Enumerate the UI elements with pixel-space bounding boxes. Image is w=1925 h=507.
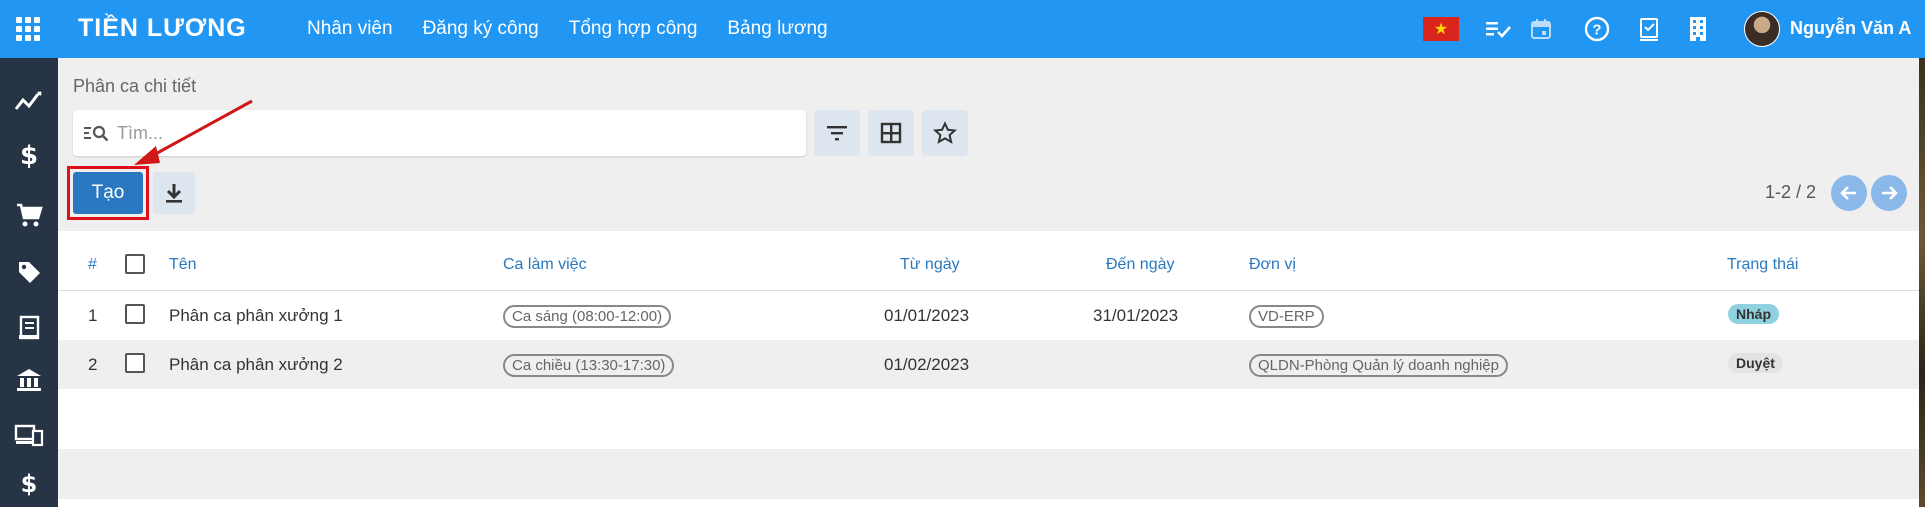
- pager-counter[interactable]: 1-2 / 2: [1765, 182, 1816, 203]
- help-icon[interactable]: ?: [1583, 15, 1611, 43]
- search-box: [73, 110, 806, 156]
- menu-item-nhan-vien[interactable]: Nhân viên: [292, 18, 408, 40]
- user-avatar[interactable]: [1744, 11, 1780, 47]
- breadcrumb: Phân ca chi tiết: [73, 76, 197, 96]
- download-button[interactable]: [153, 172, 195, 214]
- row-checkbox[interactable]: [125, 304, 145, 324]
- table-row[interactable]: 2 Phân ca phân xưởng 2 Ca chiều (13:30-1…: [58, 340, 1919, 389]
- calendar-icon[interactable]: [1527, 15, 1555, 43]
- status-badge: Nháp: [1728, 304, 1779, 324]
- pager-next-button[interactable]: [1871, 175, 1907, 211]
- row-number: 1: [88, 306, 98, 325]
- app-title: TIỀN LƯƠNG: [78, 14, 247, 42]
- vietnam-flag-icon[interactable]: ★: [1423, 17, 1459, 41]
- column-header-name[interactable]: Tên: [169, 256, 197, 274]
- status-badge: Duyệt: [1728, 353, 1783, 373]
- grid-icon: [880, 122, 902, 144]
- menu-item-dang-ky-cong[interactable]: Đăng ký công: [408, 18, 554, 40]
- main-menu: Nhân viên Đăng ký công Tổng hợp công Bản…: [292, 0, 843, 58]
- row-name: Phân ca phân xưởng 2: [169, 355, 343, 374]
- chart-line-icon[interactable]: [13, 85, 45, 117]
- row-to-date: 31/01/2023: [1093, 306, 1179, 325]
- shift-tag: Ca sáng (08:00-12:00): [503, 305, 672, 328]
- row-number: 2: [88, 355, 98, 374]
- row-name: Phân ca phân xưởng 1: [169, 306, 343, 325]
- row-from-date: 01/01/2023: [884, 306, 970, 325]
- shift-tag: Ca chiều (13:30-17:30): [503, 354, 675, 377]
- svg-text:?: ?: [1592, 22, 1601, 39]
- receipt-icon[interactable]: [13, 312, 45, 344]
- unit-tag: VD-ERP: [1249, 305, 1324, 328]
- bank-icon[interactable]: [13, 363, 45, 395]
- tasks-icon[interactable]: [1484, 15, 1512, 43]
- building-icon[interactable]: [1684, 15, 1712, 43]
- column-header-from-date[interactable]: Từ ngày: [900, 256, 960, 274]
- control-panel: Phân ca chi tiết Tạo 1-2 / 2: [58, 58, 1919, 231]
- search-input[interactable]: [117, 122, 767, 144]
- dollar-stack-icon[interactable]: $: [13, 468, 45, 500]
- empty-row-band: [58, 449, 1919, 499]
- arrow-right-icon: [1882, 186, 1898, 200]
- devices-icon[interactable]: [13, 419, 45, 451]
- star-icon: [933, 121, 957, 144]
- row-from-date: 01/02/2023: [884, 355, 970, 374]
- column-header-number: #: [88, 256, 97, 273]
- group-by-button[interactable]: [868, 110, 914, 156]
- column-header-shift[interactable]: Ca làm việc: [503, 256, 587, 274]
- cart-icon[interactable]: [13, 199, 45, 231]
- clipboard-check-icon[interactable]: [1635, 15, 1663, 43]
- create-button[interactable]: Tạo: [73, 172, 143, 214]
- row-checkbox[interactable]: [125, 353, 145, 373]
- filter-button[interactable]: [814, 110, 860, 156]
- download-icon: [166, 184, 182, 203]
- menu-item-tong-hop-cong[interactable]: Tổng hợp công: [554, 18, 713, 40]
- table-row[interactable]: 1 Phân ca phân xưởng 1 Ca sáng (08:00-12…: [58, 291, 1919, 340]
- top-navbar: TIỀN LƯƠNG Nhân viên Đăng ký công Tổng h…: [0, 0, 1925, 58]
- filter-icon: [827, 126, 847, 141]
- pager-previous-button[interactable]: [1831, 175, 1867, 211]
- tag-icon[interactable]: [13, 256, 45, 288]
- column-header-to-date[interactable]: Đến ngày: [1106, 256, 1175, 274]
- column-header-status[interactable]: Trạng thái: [1727, 256, 1798, 274]
- apps-grid-icon[interactable]: [16, 17, 40, 41]
- menu-item-bang-luong[interactable]: Bảng lương: [712, 18, 842, 40]
- background-photo-edge: [1919, 58, 1925, 507]
- dollar-icon[interactable]: $: [13, 140, 45, 172]
- left-sidebar: $ $: [0, 58, 58, 507]
- list-table: # Tên Ca làm việc Từ ngày Đến ngày Đơn v…: [58, 231, 1919, 507]
- search-filter-icon: [83, 121, 111, 145]
- select-all-checkbox[interactable]: [125, 254, 145, 274]
- unit-tag: QLDN-Phòng Quản lý doanh nghiệp: [1249, 354, 1508, 377]
- column-header-unit[interactable]: Đơn vị: [1249, 256, 1296, 274]
- user-name[interactable]: Nguyễn Văn A: [1790, 18, 1911, 39]
- arrow-left-icon: [1840, 186, 1856, 200]
- favorites-button[interactable]: [922, 110, 968, 156]
